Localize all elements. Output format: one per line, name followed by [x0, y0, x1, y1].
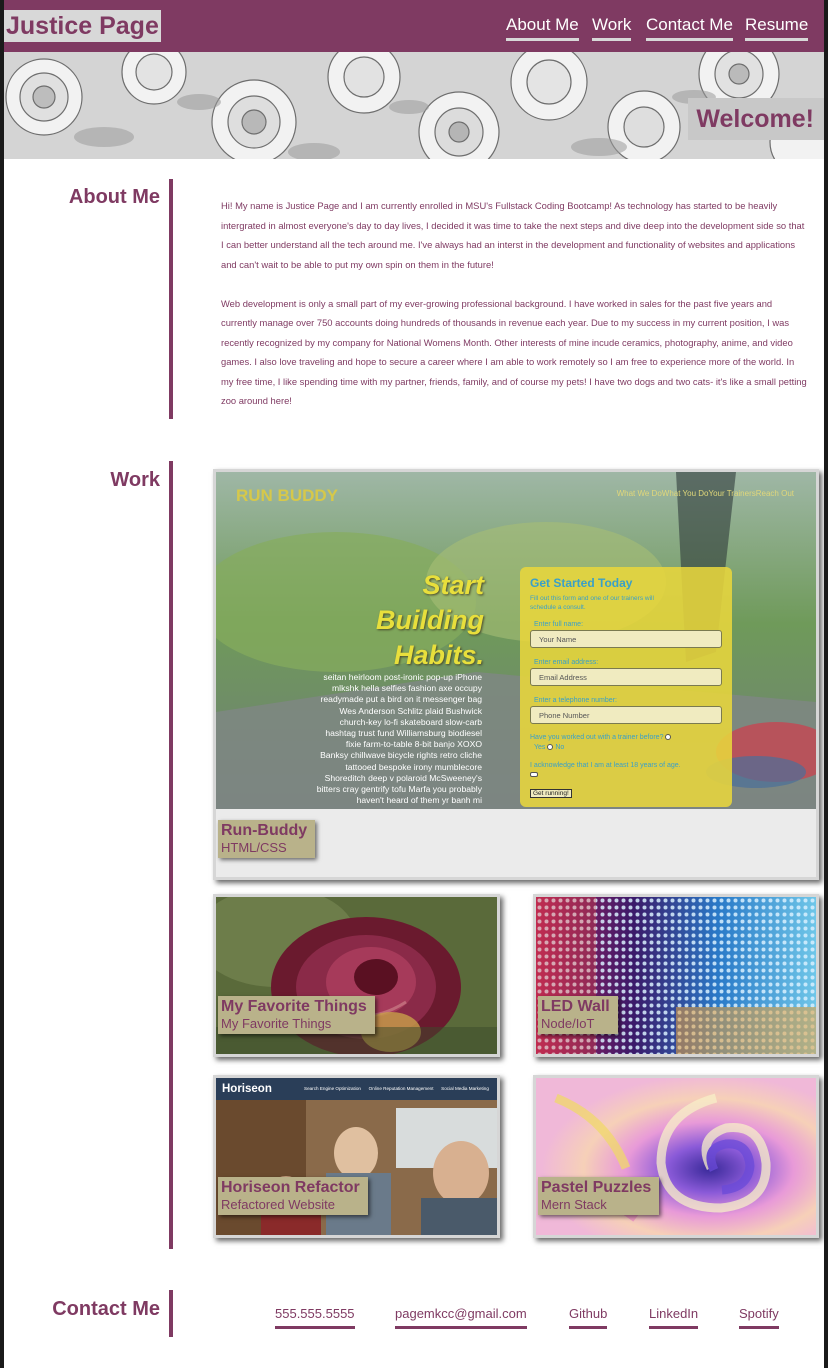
contact-linkedin-link[interactable]: LinkedIn	[649, 1305, 699, 1329]
hero-banner: Welcome!	[4, 52, 824, 159]
run-buddy-headline: Start Building Habits.	[336, 568, 484, 673]
question-text: Have you worked out with a trainer befor…	[530, 734, 664, 741]
project-title: Horiseon Refactor	[221, 1179, 360, 1196]
about-me-heading: About Me	[68, 186, 160, 208]
run-buddy-form: Get Started Today Fill out this form and…	[520, 567, 732, 807]
work-divider	[169, 461, 173, 1249]
submit-button[interactable]: Get running!	[530, 789, 572, 798]
horiseon-nav: Search Engine Optimization Online Reputa…	[304, 1086, 489, 1091]
run-buddy-logo: RUN BUDDY	[236, 486, 338, 505]
radio-extra[interactable]	[665, 734, 672, 741]
work-heading: Work	[110, 469, 160, 491]
phone-input[interactable]: Phone Number	[530, 706, 722, 724]
name-input[interactable]: Your Name	[530, 630, 722, 648]
site-header: Justice Page About Me Work Contact Me Re…	[4, 0, 824, 52]
run-buddy-screenshot: RUN BUDDY What We DoWhat You DoYour Trai…	[216, 472, 816, 809]
project-title: Pastel Puzzles	[541, 1179, 652, 1196]
horiseon-nav-item: Online Reputation Management	[368, 1086, 434, 1091]
lorem-line: bitters cray gentrify tofu Marfa you pro…	[316, 784, 482, 795]
run-buddy-lorem: seitan heirloom post-ironic pop-up iPhon…	[276, 672, 482, 806]
contact-phone-link[interactable]: 555.555.5555	[275, 1305, 355, 1329]
form-title: Get Started Today	[530, 576, 633, 590]
lorem-line: mlkshk hella selfies fashion axe occupy	[332, 683, 482, 694]
label-full-name: Enter full name:	[534, 621, 584, 628]
headline-line: Habits.	[393, 640, 484, 670]
contact-spotify-link[interactable]: Spotify	[739, 1305, 779, 1329]
lorem-line: church-key lo-fi skateboard slow-carb	[339, 716, 482, 727]
lorem-line: seitan heirloom post-ironic pop-up iPhon…	[323, 672, 482, 682]
lorem-line: Wes Anderson Schlitz plaid Bushwick	[339, 705, 482, 716]
page: Justice Page About Me Work Contact Me Re…	[4, 0, 824, 1368]
welcome-banner: Welcome!	[688, 98, 824, 140]
nav-about-me[interactable]: About Me	[506, 14, 579, 41]
headline-line: Building	[376, 605, 484, 635]
project-subtitle: Mern Stack	[541, 1197, 607, 1212]
project-subtitle: Node/IoT	[541, 1016, 595, 1031]
project-card-run-buddy[interactable]: RUN BUDDY What We DoWhat You DoYour Trai…	[213, 469, 819, 880]
project-label: Run-Buddy HTML/CSS	[218, 820, 316, 858]
contact-me-heading: Contact Me	[52, 1298, 160, 1320]
label-email: Enter email address:	[534, 659, 599, 666]
project-label: My Favorite Things My Favorite Things	[218, 996, 375, 1034]
lorem-line: tattooed bespoke irony mumblecore	[345, 761, 482, 772]
lorem-line: readymade put a bird on it messenger bag	[320, 694, 482, 705]
project-card-pastel-puzzles[interactable]: Pastel Puzzles Mern Stack	[533, 1075, 819, 1238]
lorem-line: Shoreditch deep v polaroid McSweeney's	[324, 772, 482, 783]
form-intro-line: Fill out this form and one of our traine…	[530, 595, 654, 602]
label-phone: Enter a telephone number:	[534, 697, 617, 704]
project-subtitle: HTML/CSS	[221, 840, 287, 855]
project-subtitle: My Favorite Things	[221, 1016, 332, 1031]
project-card-my-favorite-things[interactable]: My Favorite Things My Favorite Things	[213, 894, 500, 1057]
contact-divider	[169, 1290, 173, 1337]
run-buddy-nav: What We DoWhat You DoYour TrainersReach …	[616, 489, 794, 498]
nav-work[interactable]: Work	[592, 14, 632, 41]
about-paragraph: Web development is only a small part of …	[221, 297, 807, 407]
headline-line: Start	[422, 570, 484, 600]
radio-group: Yes No	[534, 744, 564, 751]
project-card-horiseon-refactor[interactable]: Horiseon Search Engine Optimization Onli…	[213, 1075, 500, 1238]
about-divider	[169, 179, 173, 419]
form-intro: Fill out this form and one of our traine…	[530, 594, 654, 612]
acknowledge-checkbox[interactable]	[530, 772, 538, 777]
project-card-led-wall[interactable]: LED Wall Node/IoT	[533, 894, 819, 1057]
lorem-line: haven't heard of them yr banh mi	[356, 795, 482, 806]
radio-no-label: No	[555, 744, 565, 751]
horiseon-nav-item: Search Engine Optimization	[304, 1086, 361, 1091]
form-intro-line: schedule a consult.	[530, 604, 586, 611]
project-title: LED Wall	[541, 998, 610, 1015]
email-input[interactable]: Email Address	[530, 668, 722, 686]
about-me-text: Hi! My name is Justice Page and I am cur…	[221, 196, 809, 411]
about-paragraph: Hi! My name is Justice Page and I am cur…	[221, 200, 805, 270]
project-subtitle: Refactored Website	[221, 1197, 335, 1212]
horiseon-logo: Horiseon	[222, 1083, 272, 1095]
project-label: Pastel Puzzles Mern Stack	[538, 1177, 660, 1215]
lorem-line: fixie farm-to-table 8-bit banjo XOXO	[345, 739, 482, 750]
radio-yes-label: Yes	[534, 744, 546, 751]
nav-resume[interactable]: Resume	[745, 14, 809, 41]
project-label: Horiseon Refactor Refactored Website	[218, 1177, 368, 1215]
lorem-line: hashtag trust fund Williamsburg biodiese…	[325, 728, 482, 739]
lorem-line: Banksy chillwave bicycle rights retro cl…	[320, 750, 482, 761]
project-title: Run-Buddy	[221, 822, 308, 839]
project-label: LED Wall Node/IoT	[538, 996, 618, 1034]
project-title: My Favorite Things	[221, 998, 367, 1015]
site-brand[interactable]: Justice Page	[4, 10, 161, 42]
acknowledge-text: I acknowledge that I am at least 18 year…	[530, 762, 681, 769]
trainer-question: Have you worked out with a trainer befor…	[530, 734, 672, 741]
contact-github-link[interactable]: Github	[569, 1305, 608, 1329]
horiseon-nav-item: Social Media Marketing	[441, 1086, 489, 1091]
nav-contact-me[interactable]: Contact Me	[646, 14, 733, 41]
radio-no[interactable]	[547, 744, 554, 751]
contact-email-link[interactable]: pagemkcc@gmail.com	[395, 1305, 527, 1329]
